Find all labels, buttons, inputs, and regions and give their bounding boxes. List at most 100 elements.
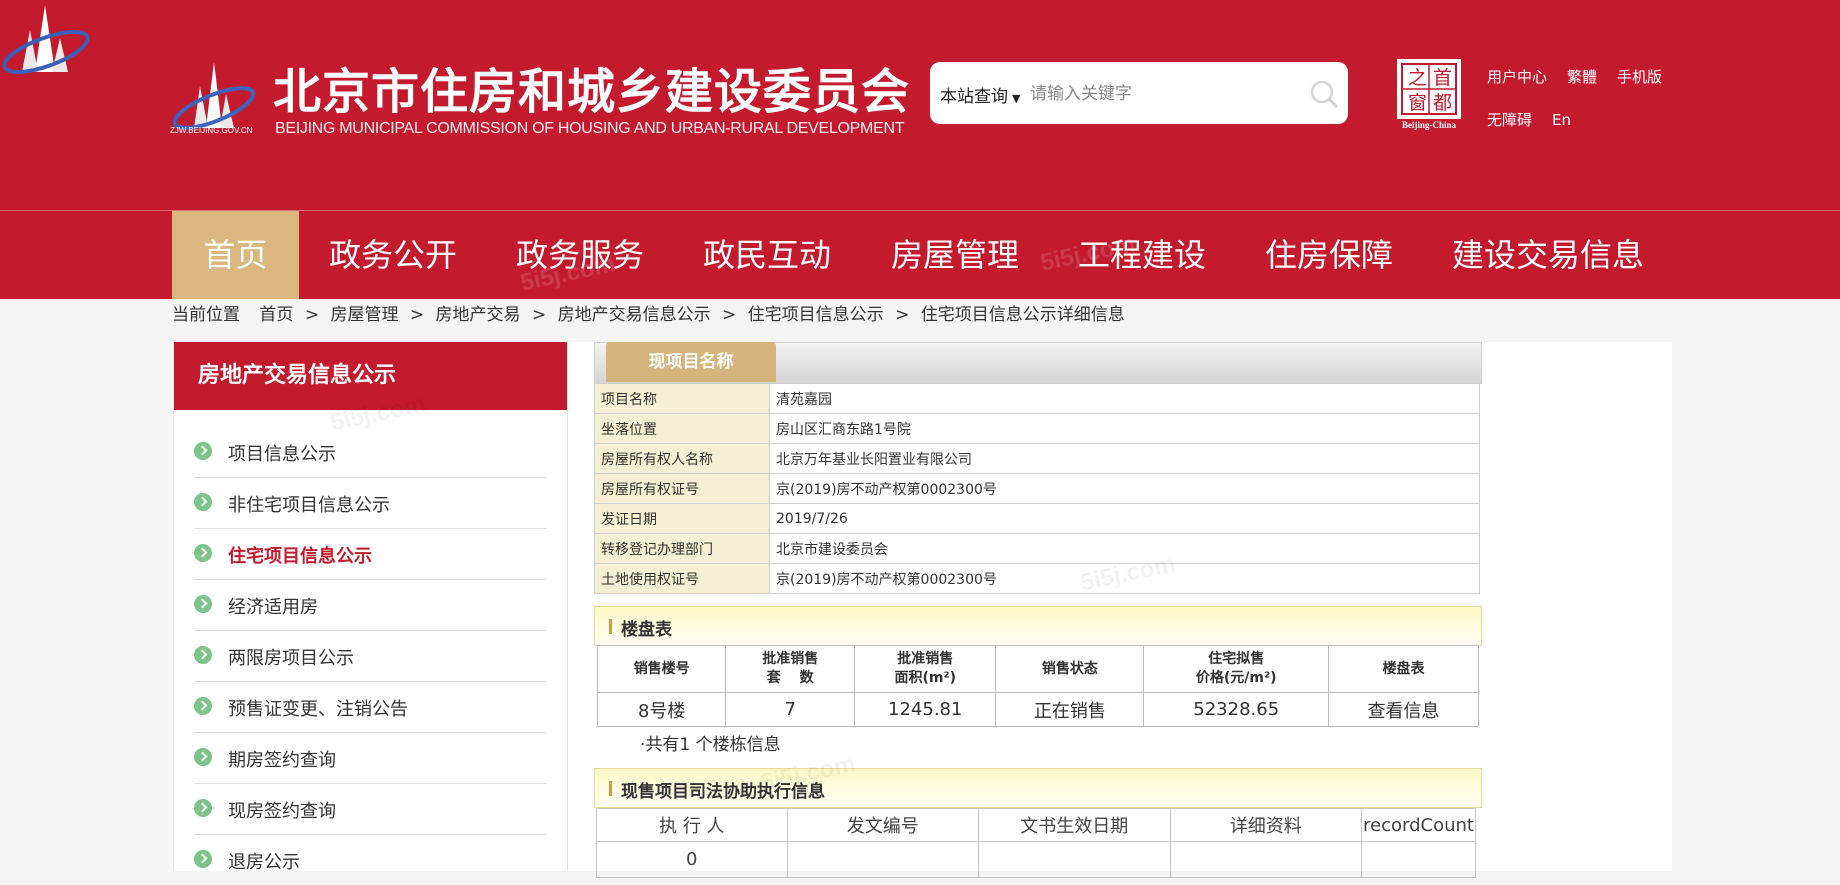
sidebar-item-presale-change[interactable]: 预售证变更、注销公告: [194, 682, 546, 733]
view-info-link[interactable]: 查看信息: [1328, 692, 1479, 727]
breadcrumb-separator: >: [304, 305, 320, 325]
breadcrumb-trading-info[interactable]: 房地产交易信息公示: [558, 305, 711, 325]
judicial-table: 执 行 人 发文编号 文书生效日期 详细资料 recordCount 0: [596, 808, 1476, 878]
nav-item-trading-info[interactable]: 建设交易信息: [1446, 211, 1650, 299]
breadcrumb-residential-projects[interactable]: 住宅项目信息公示: [748, 305, 884, 325]
caret-down-icon: ▼: [1012, 92, 1021, 105]
nav-item-housing-security[interactable]: 住房保障: [1254, 211, 1404, 299]
approved-units: 7: [725, 692, 856, 727]
table-row: 房屋所有权人名称 北京万年基业长阳置业有限公司: [594, 443, 1480, 474]
info-label: 土地使用权证号: [594, 563, 770, 594]
nav-item-housing-management[interactable]: 房屋管理: [880, 211, 1030, 299]
nav-item-government-services[interactable]: 政务服务: [505, 211, 655, 299]
table-row: 房屋所有权证号 京(2019)房不动产权第0002300号: [594, 473, 1480, 504]
sidebar-item-label: 退房公示: [228, 852, 300, 873]
column-header: 发文编号: [786, 808, 980, 842]
proposed-price: 52328.65: [1143, 692, 1330, 727]
breadcrumb-housing-management[interactable]: 房屋管理: [330, 305, 398, 325]
sidebar-item-non-residential[interactable]: 非住宅项目信息公示: [194, 478, 546, 529]
info-label: 房屋所有权人名称: [594, 443, 770, 474]
judicial-section-title: 现售项目司法协助执行信息: [621, 782, 825, 802]
english-link[interactable]: En: [1552, 111, 1571, 129]
table-row: 项目名称 清苑嘉园: [594, 383, 1480, 414]
buildings-section-title: 楼盘表: [621, 620, 672, 640]
document-number-cell: [786, 841, 980, 878]
nav-item-interaction[interactable]: 政民互动: [692, 211, 842, 299]
column-header: 销售状态: [995, 645, 1145, 693]
column-header: recordCount: [1361, 808, 1476, 842]
record-count-cell: [1361, 841, 1476, 878]
effective-date-cell: [978, 841, 1171, 878]
column-header: 批准销售 面积(m²): [854, 645, 997, 693]
nav-item-government-affairs[interactable]: 政务公开: [318, 211, 468, 299]
tab-project-name[interactable]: 现项目名称: [606, 342, 776, 382]
breadcrumb-current: 住宅项目信息公示详细信息: [920, 305, 1125, 325]
judicial-section-header: 现售项目司法协助执行信息: [594, 768, 1482, 808]
sidebar-item-label: 期房签约查询: [228, 750, 336, 771]
seal-char-1: 之: [1408, 67, 1427, 89]
user-center-link[interactable]: 用户中心: [1487, 68, 1547, 86]
sidebar-item-spot-contract[interactable]: 现房签约查询: [194, 784, 546, 835]
commission-logo-icon: [2, 5, 90, 74]
breadcrumb-home[interactable]: 首页: [259, 305, 293, 325]
site-subtitle: BEIJING MUNICIPAL COMMISSION OF HOUSING …: [275, 120, 905, 137]
info-value: 北京万年基业长阳置业有限公司: [769, 443, 1480, 474]
breadcrumb: 当前位置 首页 > 房屋管理 > 房地产交易 > 房地产交易信息公示 > 住宅项…: [172, 300, 1131, 325]
building-count-note: ·共有1 个楼栋信息: [640, 735, 781, 755]
info-label: 坐落位置: [594, 413, 770, 444]
seal-char-4: 都: [1433, 92, 1452, 114]
column-header: 执 行 人: [596, 808, 788, 842]
sidebar-item-label: 现房签约查询: [228, 801, 336, 822]
arrow-circle-icon: [194, 748, 212, 766]
arrow-circle-icon: [194, 493, 212, 511]
breadcrumb-prefix: 当前位置: [172, 305, 240, 325]
traditional-chinese-link[interactable]: 繁體: [1567, 68, 1597, 86]
sidebar-item-label: 住宅项目信息公示: [228, 546, 372, 567]
arrow-circle-icon: [194, 697, 212, 715]
sidebar-item-futures-contract[interactable]: 期房签约查询: [194, 733, 546, 784]
info-label: 转移登记办理部门: [594, 533, 770, 564]
search-scope-select[interactable]: 本站查询 ▼: [940, 82, 1020, 107]
table-row: 0: [596, 841, 1476, 878]
sidebar-item-label: 两限房项目公示: [228, 648, 354, 669]
info-value: 京(2019)房不动产权第0002300号: [769, 563, 1480, 594]
section-marker: [609, 619, 612, 634]
buildings-section-header: 楼盘表: [594, 606, 1482, 646]
search-scope-label: 本站查询: [940, 87, 1008, 107]
breadcrumb-separator: >: [722, 305, 737, 325]
table-row: 8号楼 7 1245.81 正在销售 52328.65 查看信息: [596, 692, 1479, 727]
info-label: 发证日期: [594, 503, 770, 534]
approved-area: 1245.81: [854, 692, 997, 727]
sidebar-item-label: 预售证变更、注销公告: [228, 699, 408, 720]
sidebar-item-project-info[interactable]: 项目信息公示: [194, 427, 546, 478]
table-row: 土地使用权证号 京(2019)房不动产权第0002300号: [594, 563, 1480, 594]
arrow-circle-icon: [194, 544, 212, 562]
info-value: 2019/7/26: [769, 503, 1480, 534]
top-links-row1: 用户中心 繁體 手机版: [1487, 66, 1682, 87]
sidebar-item-returns[interactable]: 退房公示: [194, 835, 546, 885]
breadcrumb-real-estate-trading[interactable]: 房地产交易: [436, 305, 521, 325]
column-header: 批准销售 套 数: [725, 645, 856, 693]
search-box: 本站查询 ▼: [930, 62, 1348, 124]
sidebar-item-price-limited[interactable]: 两限房项目公示: [194, 631, 546, 682]
mobile-version-link[interactable]: 手机版: [1617, 68, 1662, 86]
table-row: 发证日期 2019/7/26: [594, 503, 1480, 534]
sales-status: 正在销售: [995, 692, 1145, 727]
sidebar-item-residential[interactable]: 住宅项目信息公示: [194, 529, 546, 580]
sidebar-item-affordable-housing[interactable]: 经济适用房: [194, 580, 546, 631]
project-info-table: 项目名称 清苑嘉园 坐落位置 房山区汇商东路1号院 房屋所有权人名称 北京万年基业长阳…: [594, 383, 1480, 594]
top-links-row2: 无障碍 En: [1487, 109, 1591, 130]
accessibility-link[interactable]: 无障碍: [1487, 111, 1532, 129]
nav-item-construction[interactable]: 工程建设: [1067, 211, 1217, 299]
info-label: 房屋所有权证号: [594, 473, 770, 504]
nav-item-home[interactable]: 首页: [172, 211, 299, 299]
capital-seal-caption: Beijing-China: [1401, 120, 1456, 130]
breadcrumb-separator: >: [409, 305, 425, 325]
arrow-circle-icon: [194, 646, 212, 664]
search-input[interactable]: [1028, 76, 1282, 112]
search-icon[interactable]: [1308, 78, 1340, 110]
site-title[interactable]: 北京市住房和城乡建设委员会: [273, 52, 910, 122]
arrow-circle-icon: [194, 595, 212, 613]
arrow-circle-icon: [194, 850, 212, 868]
column-header: 楼盘表: [1328, 645, 1479, 693]
